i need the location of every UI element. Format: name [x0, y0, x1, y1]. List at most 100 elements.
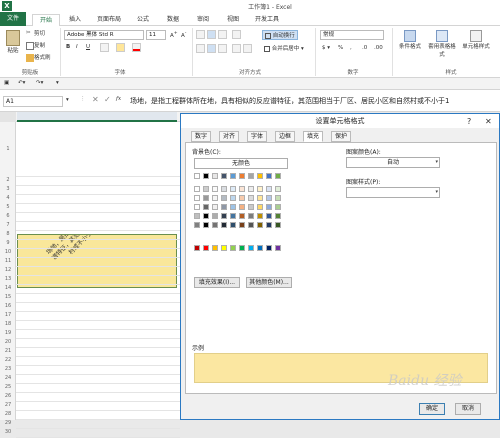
italic-button[interactable]: I: [76, 44, 78, 50]
confirm-entry-icon[interactable]: ✓: [104, 95, 111, 104]
tab-view[interactable]: 视图: [222, 14, 244, 26]
percent-button[interactable]: %: [338, 45, 343, 51]
row-header-16[interactable]: 16: [0, 303, 16, 309]
grow-font-button[interactable]: A+: [170, 31, 178, 39]
standard-color-swatch[interactable]: [230, 245, 236, 251]
color-swatch[interactable]: [266, 204, 272, 210]
row-header-20[interactable]: 20: [0, 339, 16, 345]
font-name-select[interactable]: Adobe 黑体 Std R: [64, 30, 144, 40]
color-swatch[interactable]: [230, 186, 236, 192]
tab-border[interactable]: 边框: [275, 131, 296, 142]
borders-icon[interactable]: [100, 43, 109, 52]
color-swatch[interactable]: [203, 204, 209, 210]
color-swatch[interactable]: [275, 204, 281, 210]
row-header-26[interactable]: 26: [0, 393, 16, 399]
currency-button[interactable]: $ ▾: [322, 45, 330, 51]
color-swatch[interactable]: [212, 195, 218, 201]
align-bottom-icon[interactable]: [218, 30, 227, 39]
tab-number[interactable]: 数字: [191, 131, 212, 142]
increase-indent-icon[interactable]: [243, 44, 252, 53]
color-swatch[interactable]: [230, 173, 236, 179]
formula-input[interactable]: 场地，是指工程群体所在地，具有相似的反应谱特征，其范围相当于厂区、居民小区和自然…: [130, 96, 500, 107]
color-swatch[interactable]: [248, 195, 254, 201]
row-header-11[interactable]: 11: [0, 258, 16, 264]
color-swatch[interactable]: [248, 173, 254, 179]
help-icon[interactable]: ?: [467, 115, 471, 129]
color-swatch[interactable]: [275, 186, 281, 192]
pattern-style-select[interactable]: ▾: [346, 187, 440, 198]
color-swatch[interactable]: [239, 213, 245, 219]
color-swatch[interactable]: [221, 186, 227, 192]
pattern-color-select[interactable]: 自动 ▾: [346, 157, 440, 168]
row-header-14[interactable]: 14: [0, 285, 16, 291]
ok-button[interactable]: 确定: [419, 403, 445, 415]
color-swatch[interactable]: [257, 204, 263, 210]
row-header-23[interactable]: 23: [0, 366, 16, 372]
color-swatch[interactable]: [275, 213, 281, 219]
customize-qat-icon[interactable]: ▾: [56, 80, 59, 86]
row-header-21[interactable]: 21: [0, 348, 16, 354]
color-swatch[interactable]: [194, 186, 200, 192]
tab-page-layout[interactable]: 页面布局: [92, 14, 126, 26]
color-swatch[interactable]: [230, 195, 236, 201]
color-swatch[interactable]: [275, 222, 281, 228]
standard-color-swatch[interactable]: [212, 245, 218, 251]
conditional-format-button[interactable]: 条件格式: [396, 30, 424, 50]
color-swatch[interactable]: [230, 213, 236, 219]
cell-styles-button[interactable]: 单元格样式: [460, 30, 492, 50]
select-all-corner[interactable]: [0, 112, 16, 122]
row-header-13[interactable]: 13: [0, 276, 16, 282]
color-swatch[interactable]: [194, 173, 200, 179]
color-swatch[interactable]: [212, 173, 218, 179]
color-swatch[interactable]: [248, 213, 254, 219]
color-swatch[interactable]: [221, 204, 227, 210]
no-color-button[interactable]: 无颜色: [194, 158, 288, 169]
standard-color-swatch[interactable]: [239, 245, 245, 251]
more-colors-button[interactable]: 其他颜色(M)...: [246, 277, 292, 288]
color-swatch[interactable]: [248, 186, 254, 192]
standard-color-swatch[interactable]: [266, 245, 272, 251]
color-swatch[interactable]: [230, 222, 236, 228]
row-header-27[interactable]: 27: [0, 402, 16, 408]
tab-insert[interactable]: 插入: [64, 14, 86, 26]
color-swatch[interactable]: [266, 186, 272, 192]
color-swatch[interactable]: [221, 195, 227, 201]
number-format-select[interactable]: 常规: [320, 30, 384, 40]
color-swatch[interactable]: [212, 213, 218, 219]
format-as-table-button[interactable]: 套用表格格式: [428, 30, 456, 58]
color-swatch[interactable]: [194, 213, 200, 219]
decrease-indent-icon[interactable]: [232, 44, 241, 53]
row-header-7[interactable]: 7: [0, 222, 16, 228]
color-swatch[interactable]: [266, 173, 272, 179]
cut-button[interactable]: ✂ 剪切: [26, 29, 45, 38]
row-header-28[interactable]: 28: [0, 411, 16, 417]
name-box[interactable]: A1: [3, 96, 63, 107]
align-middle-icon[interactable]: [207, 30, 216, 39]
undo-icon[interactable]: ↶▾: [18, 80, 25, 86]
align-right-icon[interactable]: [218, 44, 227, 53]
tab-file[interactable]: 文件: [0, 12, 26, 26]
color-swatch[interactable]: [266, 213, 272, 219]
tab-fill[interactable]: 填充: [303, 131, 324, 142]
color-swatch[interactable]: [203, 195, 209, 201]
color-swatch[interactable]: [221, 213, 227, 219]
color-swatch[interactable]: [239, 186, 245, 192]
cell-a1[interactable]: 场地，是指工程群体所在地，具有相似的反应谱特征，其范围相当于厂区、居民小区和自然…: [17, 234, 177, 288]
standard-color-swatch[interactable]: [257, 245, 263, 251]
tab-review[interactable]: 审阅: [192, 14, 214, 26]
row-header-30[interactable]: 30: [0, 429, 16, 435]
cancel-button[interactable]: 取消: [455, 403, 481, 415]
wrap-text-button[interactable]: 自动换行: [262, 30, 298, 40]
fill-color-icon[interactable]: [116, 43, 125, 52]
font-size-select[interactable]: 11: [146, 30, 166, 40]
row-header-6[interactable]: 6: [0, 213, 16, 219]
color-swatch[interactable]: [239, 173, 245, 179]
fill-effects-button[interactable]: 填充效果(I)...: [194, 277, 240, 288]
worksheet-grid[interactable]: 1 2 3 4 5 6 7 8 9 10 11 12 13 14 15 16 17 18 19 20 21 22 23 24 2…: [0, 112, 180, 438]
standard-color-swatch[interactable]: [275, 245, 281, 251]
row-header-29[interactable]: 29: [0, 420, 16, 426]
color-swatch[interactable]: [248, 204, 254, 210]
color-swatch[interactable]: [257, 195, 263, 201]
color-swatch[interactable]: [275, 195, 281, 201]
color-swatch[interactable]: [194, 204, 200, 210]
